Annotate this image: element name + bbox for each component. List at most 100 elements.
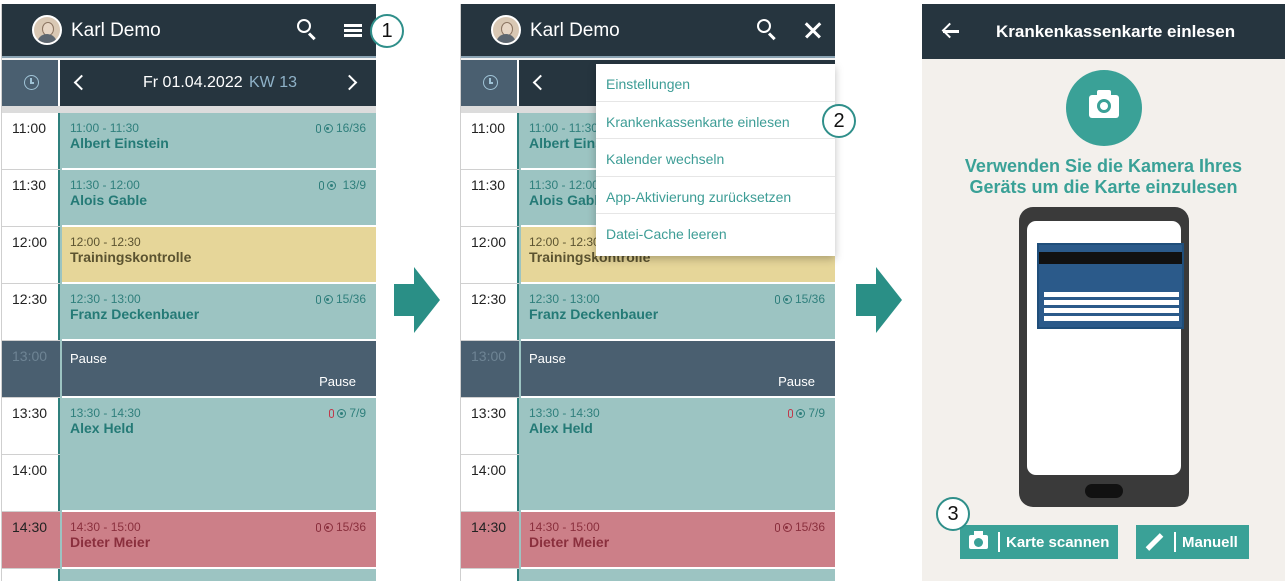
- calendar-grid: 11:00 11:30 12:00 12:30 13:00 13:30 14:0…: [2, 106, 376, 581]
- flow-arrow-icon: [394, 267, 442, 333]
- appointment-meta: 15/36: [315, 520, 366, 534]
- next-day-chevron-icon[interactable]: [342, 72, 362, 92]
- phone-home-button: [1085, 484, 1123, 498]
- phone-illustration-screen: [1027, 221, 1184, 475]
- target-icon: [323, 523, 333, 532]
- manual-entry-button-label: Manuell: [1182, 534, 1238, 551]
- time-slot: 13:00: [461, 341, 519, 398]
- appointment-item[interactable]: 13:30 - 14:30 Alex Held 7/9: [62, 398, 376, 512]
- clock-icon: [483, 75, 498, 90]
- menu-item-switch-calendar[interactable]: Kalender wechseln: [596, 139, 835, 177]
- appointment-item[interactable]: 12:00 - 12:30 Trainingskontrolle: [62, 227, 376, 284]
- instruction-line: Verwenden Sie die Kamera Ihres: [964, 156, 1243, 176]
- user-name: Karl Demo: [71, 20, 161, 41]
- appointment-item[interactable]: 12:30 - 13:00 Franz Deckenbauer 15/36: [521, 284, 835, 341]
- appointment-name: Alois Gable: [529, 192, 607, 208]
- appointment-item[interactable]: 12:30 - 13:00 Franz Deckenbauer 15/36: [62, 284, 376, 341]
- paperclip-icon: [315, 295, 321, 304]
- time-slot: 11:00: [461, 113, 519, 170]
- user-name: Karl Demo: [530, 20, 620, 41]
- app-header: Karl Demo: [461, 4, 835, 58]
- pause-block[interactable]: Pause Pause: [62, 341, 376, 398]
- appointment-name: Albert Einstein: [70, 135, 169, 151]
- appointment-time: 11:00 - 11:30: [529, 121, 598, 135]
- appointment-meta: 15/36: [774, 292, 825, 306]
- back-arrow-icon[interactable]: [941, 21, 961, 41]
- time-slot: 14:30: [2, 512, 60, 569]
- appointment-meta: 7/9: [329, 406, 366, 420]
- appointment-time: 11:30 - 12:00: [529, 178, 599, 192]
- manual-entry-button[interactable]: Manuell: [1136, 525, 1249, 559]
- pencil-icon: [1146, 533, 1164, 551]
- time-column: 11:00 11:30 12:00 12:30 13:00 13:30 14:0…: [2, 113, 60, 581]
- time-slot: 11:30: [461, 170, 519, 227]
- time-column: 11:00 11:30 12:00 12:30 13:00 13:30 14:0…: [461, 113, 519, 581]
- time-slot: 14:00: [2, 455, 60, 512]
- appointment-time: 11:00 - 11:30: [70, 121, 139, 135]
- appointment-time: 12:30 - 13:00: [529, 292, 600, 306]
- user-avatar[interactable]: [491, 15, 521, 45]
- scan-card-button[interactable]: Karte scannen: [960, 525, 1118, 559]
- appointment-item[interactable]: 13:30 - 14:30 Alex Held 7/9: [521, 398, 835, 512]
- appointment-name: Dieter Meier: [70, 534, 151, 550]
- time-slot: 12:00: [2, 227, 60, 284]
- appointment-count: 15/36: [794, 520, 825, 534]
- target-icon: [782, 295, 792, 304]
- appointment-count: 13/9: [342, 178, 366, 192]
- app-header: Krankenkassenkarte einlesen: [922, 4, 1285, 59]
- insurance-card-illustration: [1037, 243, 1184, 329]
- appointment-item[interactable]: 14:30 - 15:00 Dieter Meier 15/36: [521, 512, 835, 569]
- pause-block[interactable]: Pause Pause: [521, 341, 835, 398]
- appointment-name: Alex Held: [529, 420, 593, 436]
- appointment-name: Alois Gable: [70, 192, 148, 208]
- appointment-item[interactable]: 11:30 - 12:00 Alois Gable 13/9: [62, 170, 376, 227]
- appointment-count: 7/9: [349, 406, 366, 420]
- pause-label: Pause: [778, 374, 815, 389]
- appointment-name: Franz Deckenbauer: [70, 306, 200, 322]
- user-avatar[interactable]: [32, 15, 62, 45]
- flow-arrow-icon: [856, 267, 904, 333]
- menu-item-reset-activation[interactable]: App-Aktivierung zurücksetzen: [596, 177, 835, 214]
- date-navigation: Fr 01.04.2022 KW 13: [2, 60, 376, 106]
- calendar-week: KW 13: [249, 74, 298, 91]
- menu-item-settings[interactable]: Einstellungen: [596, 64, 835, 102]
- search-icon[interactable]: [754, 17, 780, 43]
- time-slot: 14:00: [461, 455, 519, 512]
- time-column-header[interactable]: [461, 60, 519, 106]
- search-icon[interactable]: [294, 17, 320, 43]
- appointment-item[interactable]: 14:30 - 15:00 Dieter Meier 15/36: [62, 512, 376, 569]
- appointment-time: 12:00 - 12:30: [529, 235, 600, 249]
- appointment-item[interactable]: 11:00 - 11:30 Albert Einstein 16/36: [62, 113, 376, 170]
- paperclip-icon: [319, 181, 325, 190]
- menu-item-read-insurance-card[interactable]: Krankenkassenkarte einlesen: [596, 102, 835, 139]
- target-icon: [796, 409, 806, 418]
- appointment-name: Alex Held: [70, 420, 134, 436]
- menu-item-clear-cache[interactable]: Datei-Cache leeren: [596, 214, 835, 252]
- paperclip-icon: [315, 523, 321, 532]
- close-icon[interactable]: [800, 17, 826, 43]
- appointment-time: 11:30 - 12:00: [70, 178, 140, 192]
- paperclip-icon: [774, 523, 780, 532]
- app-header: Karl Demo: [2, 4, 376, 58]
- appointment-time: 13:30 - 14:30: [70, 406, 141, 420]
- camera-icon: [969, 531, 988, 549]
- appointment-meta: 15/36: [315, 292, 366, 306]
- all-day-strip: [2, 106, 376, 113]
- hamburger-menu-icon[interactable]: [340, 17, 366, 43]
- paperclip-icon: [774, 295, 780, 304]
- appointment-count: 15/36: [794, 292, 825, 306]
- phone-illustration: [1019, 207, 1189, 507]
- phone-screen-scan-card: Krankenkassenkarte einlesen Verwenden Si…: [922, 4, 1285, 581]
- paperclip-icon: [329, 409, 335, 418]
- pause-label: Pause: [319, 374, 356, 389]
- previous-day-chevron-icon[interactable]: [70, 72, 90, 92]
- time-slot: 12:30: [2, 284, 60, 341]
- paperclip-icon: [315, 124, 321, 133]
- time-column-header[interactable]: [2, 60, 60, 106]
- current-date: Fr 01.04.2022: [143, 74, 243, 91]
- time-slot: 12:00: [461, 227, 519, 284]
- time-slot: 14:30: [461, 512, 519, 569]
- appointment-time: 14:30 - 15:00: [529, 520, 600, 534]
- dropdown-menu: Einstellungen Krankenkassenkarte einlese…: [596, 64, 835, 256]
- previous-day-chevron-icon[interactable]: [529, 72, 549, 92]
